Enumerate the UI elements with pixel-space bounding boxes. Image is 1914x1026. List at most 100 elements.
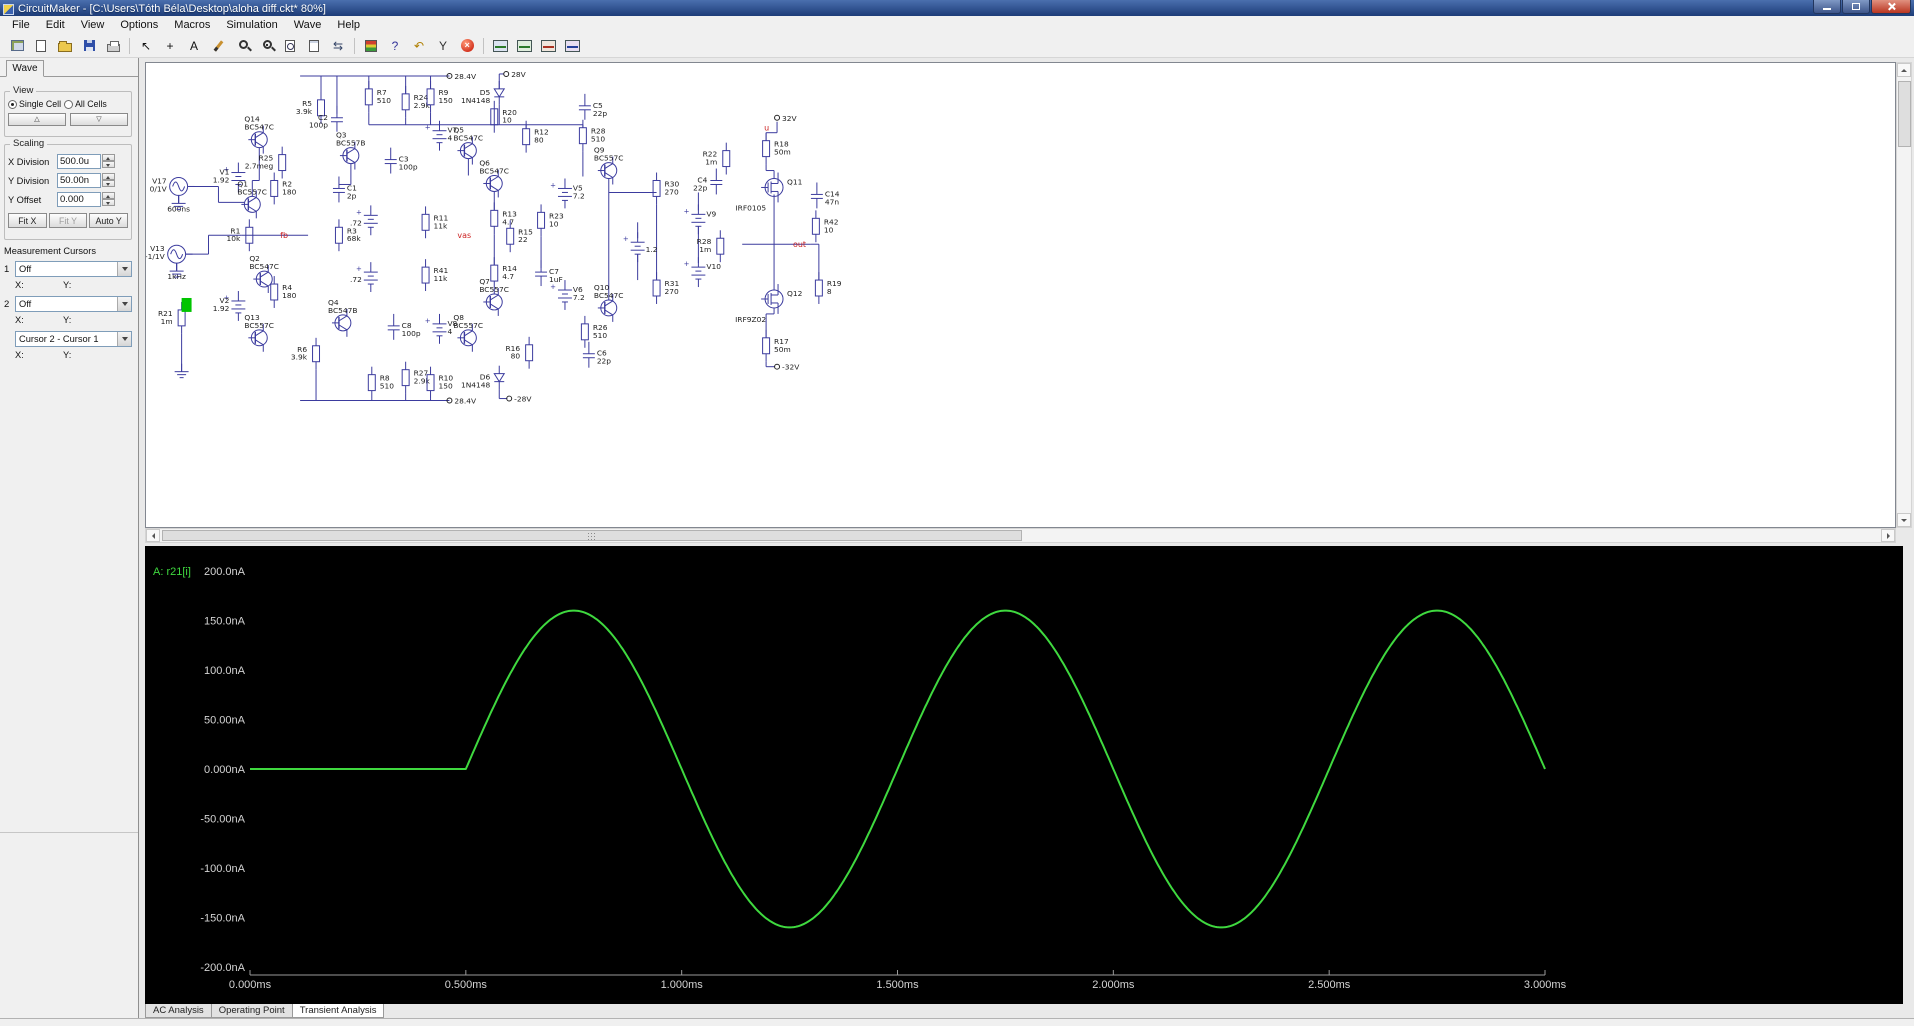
- component-r24[interactable]: R242.9k: [401, 85, 430, 118]
- new-file-button[interactable]: [30, 36, 52, 56]
- component-28-4v[interactable]: 28.4V: [446, 397, 477, 406]
- component-out[interactable]: out: [793, 240, 806, 249]
- component-r25[interactable]: R252.7meg: [245, 146, 287, 179]
- scroll-up-button[interactable]: [1897, 63, 1911, 77]
- save-file-button[interactable]: [78, 36, 100, 56]
- component-r30[interactable]: R30270: [652, 172, 679, 205]
- x-division-input[interactable]: 500.0u: [57, 154, 101, 169]
- component-q12[interactable]: Q12 IRF9Z02: [735, 284, 802, 324]
- component-c1[interactable]: C12p: [332, 176, 357, 203]
- y-offset-spinner[interactable]: [102, 192, 115, 207]
- component-r31[interactable]: R31270: [652, 272, 679, 304]
- component-d6[interactable]: D61N4148: [461, 365, 506, 390]
- y-division-spinner[interactable]: [102, 173, 115, 188]
- component-c2[interactable]: C2100p: [309, 105, 343, 132]
- wire-tool-button[interactable]: [207, 36, 229, 56]
- component-r2[interactable]: R2180: [270, 172, 297, 205]
- component-r16[interactable]: R1680: [505, 336, 534, 369]
- component-fb[interactable]: fb: [280, 231, 288, 240]
- fit-to-page-button[interactable]: [279, 36, 301, 56]
- menu-view[interactable]: View: [73, 17, 113, 33]
- digital-scope-button[interactable]: [561, 36, 583, 56]
- transient-analysis-scope-button[interactable]: [489, 36, 511, 56]
- component-v10[interactable]: + V10: [684, 257, 722, 288]
- menu-simulation[interactable]: Simulation: [218, 17, 285, 33]
- minimize-button[interactable]: [1813, 0, 1841, 14]
- spinner-up-icon[interactable]: [102, 192, 115, 199]
- component-r15[interactable]: R1522: [506, 220, 533, 253]
- component-r19[interactable]: R198: [814, 272, 842, 304]
- waveform-canvas[interactable]: 200.0nA 150.0nA 100.0nA 50.00nA 0.000nA -50.0…: [145, 546, 1903, 1004]
- component-gnd[interactable]: [174, 363, 189, 379]
- component-v2[interactable]: +V21.92: [213, 291, 246, 321]
- component-28v[interactable]: -28V: [506, 395, 533, 404]
- component-c7[interactable]: C71uF: [535, 260, 563, 287]
- menu-options[interactable]: Options: [112, 17, 166, 33]
- component-v6[interactable]: + V67.2: [550, 280, 585, 310]
- arrow-tool-button[interactable]: ↖: [135, 36, 157, 56]
- scroll-right-button[interactable]: [1881, 529, 1895, 542]
- prev-cell-button[interactable]: △: [8, 113, 66, 126]
- component-v13[interactable]: V13-1/1V1kHz: [146, 244, 193, 281]
- cursor-1-select[interactable]: Off: [15, 261, 132, 277]
- auto-y-button[interactable]: Auto Y: [89, 213, 129, 228]
- maximize-button[interactable]: [1842, 0, 1870, 14]
- component-q10[interactable]: Q10BC547C: [594, 283, 624, 322]
- open-file-button[interactable]: [54, 36, 76, 56]
- radio-single-cell[interactable]: Single Cell: [8, 99, 61, 109]
- component-r27[interactable]: R272.9k: [401, 361, 430, 394]
- x-division-spinner[interactable]: [102, 154, 115, 169]
- spinner-up-icon[interactable]: [102, 154, 115, 161]
- component-v5[interactable]: + V57.2: [550, 178, 585, 209]
- component-r11[interactable]: R1111k: [421, 206, 448, 239]
- text-tool-button[interactable]: A: [183, 36, 205, 56]
- component-28v[interactable]: 28V: [503, 70, 527, 79]
- sheet-view-button[interactable]: [303, 36, 325, 56]
- component-32v[interactable]: -32V: [774, 363, 801, 372]
- component-q4[interactable]: Q4BC547B: [328, 298, 358, 337]
- browse-parts-button[interactable]: [6, 36, 28, 56]
- component-r26[interactable]: R26510: [580, 315, 608, 348]
- fit-x-button[interactable]: Fit X: [8, 213, 47, 228]
- component-r18[interactable]: R1850m: [762, 132, 791, 165]
- cursor-diff-select[interactable]: Cursor 2 - Cursor 1: [15, 331, 132, 347]
- component-c5[interactable]: C522p: [578, 93, 607, 120]
- schematic-vertical-scrollbar[interactable]: [1896, 62, 1912, 528]
- component-r41[interactable]: R4111k: [421, 259, 448, 292]
- spinner-down-icon[interactable]: [102, 180, 115, 187]
- component-r42[interactable]: R4210: [811, 210, 839, 243]
- menu-wave[interactable]: Wave: [286, 17, 330, 33]
- scroll-down-button[interactable]: [1897, 513, 1911, 527]
- schematic-canvas[interactable]: 28.4V 28VD51N4148R7510 R242.9kR9150R53.9kC…: [146, 63, 1895, 527]
- component-q9[interactable]: Q9BC557C: [594, 146, 624, 185]
- component-r17[interactable]: R1750m: [762, 329, 791, 362]
- component-c6[interactable]: C622p: [582, 341, 611, 368]
- next-cell-button[interactable]: ▽: [70, 113, 128, 126]
- component-c8[interactable]: C8100p: [387, 313, 421, 340]
- radio-all-cells[interactable]: All Cells: [64, 99, 107, 109]
- component-q2[interactable]: Q2BC547C: [249, 254, 279, 294]
- component-d5[interactable]: D51N4148: [461, 80, 506, 105]
- component-q14[interactable]: Q14BC547C: [244, 115, 274, 154]
- spinner-up-icon[interactable]: [102, 173, 115, 180]
- menu-file[interactable]: File: [4, 17, 38, 33]
- tab-transient-analysis[interactable]: Transient Analysis: [291, 1004, 385, 1018]
- tab-ac-analysis[interactable]: AC Analysis: [145, 1004, 212, 1018]
- component-r6[interactable]: R63.9k: [291, 337, 321, 370]
- cursor-2-select[interactable]: Off: [15, 296, 132, 312]
- component-r23[interactable]: R2310: [537, 204, 564, 237]
- probe-tool-button[interactable]: [360, 36, 382, 56]
- dc-analysis-scope-button[interactable]: [537, 36, 559, 56]
- horizontal-scroll-thumb[interactable]: [162, 530, 1022, 541]
- component-u[interactable]: u: [764, 124, 769, 133]
- component-28-4v[interactable]: 28.4V: [446, 72, 477, 81]
- menu-macros[interactable]: Macros: [166, 17, 218, 33]
- menu-edit[interactable]: Edit: [38, 17, 73, 33]
- component-r9[interactable]: R9150: [426, 80, 453, 113]
- tab-operating-point[interactable]: Operating Point: [210, 1004, 293, 1018]
- component-q8[interactable]: Q8BC557C: [453, 313, 483, 352]
- component-v9[interactable]: + V9: [684, 204, 717, 235]
- selection-highlight[interactable]: [181, 297, 192, 312]
- component-bat[interactable]: +1.2: [623, 232, 658, 263]
- pan-view-button[interactable]: ⇆: [327, 36, 349, 56]
